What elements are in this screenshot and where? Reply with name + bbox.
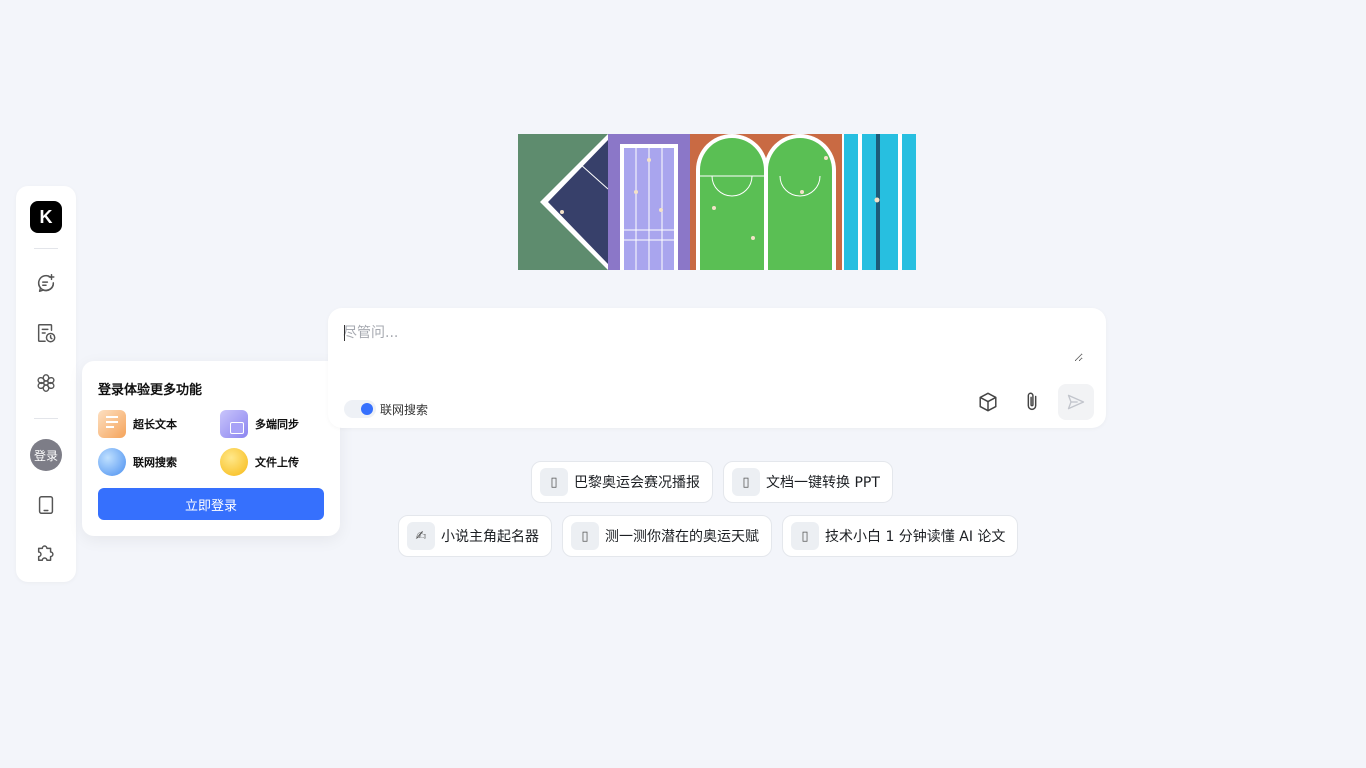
- feature-label: 多端同步: [255, 418, 299, 431]
- multi-device-sync-icon: [220, 410, 248, 438]
- send-icon: [1067, 394, 1085, 410]
- web-search-toggle[interactable]: 联网搜索: [344, 400, 428, 418]
- toggle-knob: [361, 403, 373, 415]
- suggestion-chip[interactable]: ▯ 技术小白 1 分钟读懂 AI 论文: [782, 515, 1019, 557]
- send-button[interactable]: [1058, 384, 1094, 420]
- login-avatar[interactable]: 登录: [30, 439, 62, 471]
- chat-input-box: 联网搜索: [328, 308, 1106, 428]
- login-popover: 登录体验更多功能 超长文本 多端同步 联网搜索 文件上传 立即登录: [82, 361, 340, 536]
- web-search-label: 联网搜索: [380, 402, 429, 417]
- suggestion-label: 技术小白 1 分钟读懂 AI 论文: [825, 529, 1006, 545]
- text-caret: [344, 325, 345, 341]
- long-text-icon: [98, 410, 126, 438]
- suggestion-icon: ✍: [407, 522, 435, 550]
- suggestion-label: 巴黎奥运会赛况播报: [574, 475, 700, 491]
- globe-search-icon: [98, 448, 126, 476]
- paperclip-icon: [1027, 392, 1037, 411]
- feature-list: 超长文本 多端同步 联网搜索 文件上传: [98, 410, 324, 476]
- popover-title: 登录体验更多功能: [98, 383, 203, 398]
- model-select-button[interactable]: [970, 384, 1006, 420]
- suggestion-chip[interactable]: ▯ 测一测你潜在的奥运天赋: [562, 515, 772, 557]
- plugin-button[interactable]: [26, 532, 66, 572]
- history-button[interactable]: [26, 313, 66, 353]
- suggestion-icon: ▯: [571, 522, 599, 550]
- kimi-logo[interactable]: K: [30, 201, 62, 233]
- flower-icon: [37, 374, 55, 392]
- cube-icon: [979, 392, 997, 412]
- feature-label: 联网搜索: [133, 456, 177, 469]
- suggestions-row-2: ✍ 小说主角起名器 ▯ 测一测你潜在的奥运天赋 ▯ 技术小白 1 分钟读懂 AI…: [398, 515, 1019, 557]
- suggestion-chip[interactable]: ▯ 文档一键转换 PPT: [723, 461, 893, 503]
- sidebar-divider: [34, 248, 58, 249]
- attach-file-button[interactable]: [1014, 384, 1050, 420]
- sidebar: K 登录: [16, 186, 76, 582]
- suggestion-icon: ▯: [540, 468, 568, 496]
- banner-illustration: [518, 134, 916, 270]
- sidebar-divider: [34, 418, 58, 419]
- suggestion-chip[interactable]: ✍ 小说主角起名器: [398, 515, 552, 557]
- feature-label: 文件上传: [255, 456, 299, 469]
- suggestion-icon: ▯: [732, 468, 760, 496]
- explore-button[interactable]: [26, 363, 66, 403]
- suggestion-icon: ▯: [791, 522, 819, 550]
- history-doc-icon: [37, 324, 56, 343]
- suggestions-row-1: ▯ 巴黎奥运会赛况播报 ▯ 文档一键转换 PPT: [531, 461, 893, 503]
- feature-file-upload: 文件上传: [220, 448, 330, 476]
- toggle-switch[interactable]: [344, 400, 376, 418]
- login-now-button[interactable]: 立即登录: [98, 488, 324, 520]
- suggestion-chip[interactable]: ▯ 巴黎奥运会赛况播报: [531, 461, 713, 503]
- file-upload-icon: [220, 448, 248, 476]
- new-chat-button[interactable]: [26, 263, 66, 303]
- feature-web-search: 联网搜索: [98, 448, 220, 476]
- feature-label: 超长文本: [133, 418, 177, 431]
- chat-plus-icon: [37, 274, 55, 292]
- feature-long-text: 超长文本: [98, 410, 220, 438]
- feature-multi-sync: 多端同步: [220, 410, 330, 438]
- mobile-app-button[interactable]: [26, 485, 66, 525]
- chat-input[interactable]: [343, 322, 1083, 362]
- puzzle-icon: [37, 545, 54, 561]
- suggestion-label: 测一测你潜在的奥运天赋: [605, 529, 759, 545]
- suggestion-label: 文档一键转换 PPT: [766, 475, 880, 491]
- tablet-icon: [38, 496, 54, 514]
- suggestion-label: 小说主角起名器: [441, 529, 539, 545]
- olympic-banner-image: [518, 134, 916, 270]
